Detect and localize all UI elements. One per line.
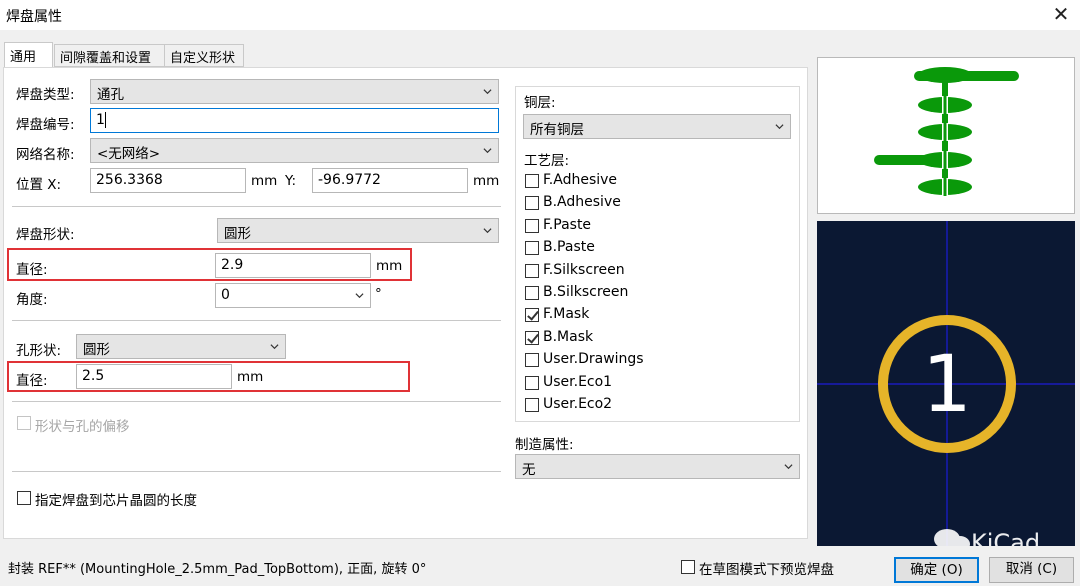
- position-y-unit: mm: [473, 173, 500, 189]
- fab-property-label: 制造属性:: [515, 437, 574, 453]
- pad-type-value: 通孔: [97, 87, 124, 103]
- layer-label: F.Paste: [543, 216, 592, 233]
- text-caret: [104, 112, 106, 128]
- copper-layers-select[interactable]: 所有铜层: [523, 114, 791, 139]
- hole-shape-select[interactable]: 圆形: [76, 334, 286, 359]
- layer-checkbox[interactable]: [525, 308, 539, 323]
- layer-label: User.Eco1: [543, 373, 613, 390]
- layer-checkbox[interactable]: [525, 286, 539, 300]
- pad-preview-svg: 1 KiCad: [817, 221, 1075, 557]
- chevron-down-icon: [270, 344, 279, 350]
- chevron-down-icon: [775, 124, 784, 130]
- fab-property-select[interactable]: 无: [515, 454, 800, 479]
- position-x-input[interactable]: 256.3368: [90, 168, 246, 193]
- pad-number-label: 焊盘编号:: [16, 117, 75, 133]
- copper-layers-value: 所有铜层: [530, 122, 584, 138]
- chevron-down-icon: [483, 228, 492, 234]
- tab-custom-shape[interactable]: 自定义形状: [164, 44, 244, 67]
- sketch-mode-label: 在草图模式下预览焊盘: [699, 562, 834, 578]
- pad-diameter-unit: mm: [376, 258, 403, 274]
- tab-clearance-settings[interactable]: 间隙覆盖和设置: [54, 44, 165, 67]
- pad-shape-label: 焊盘形状:: [16, 227, 75, 243]
- die-length-label: 指定焊盘到芯片晶圆的长度: [35, 493, 197, 509]
- layer-label: B.Mask: [543, 328, 594, 345]
- chevron-down-icon: [355, 293, 364, 299]
- copper-layers-label: 铜层:: [524, 95, 556, 111]
- layer-label: F.Adhesive: [543, 172, 618, 188]
- pad-number-input[interactable]: 1: [90, 108, 499, 133]
- title-bar: 焊盘属性 ✕: [0, 0, 1080, 30]
- net-name-label: 网络名称:: [16, 147, 75, 163]
- offset-checkbox[interactable]: [17, 416, 31, 430]
- window-title: 焊盘属性: [6, 9, 62, 25]
- position-y-label: Y:: [285, 173, 297, 189]
- pad-number-value: 1: [96, 112, 105, 128]
- chevron-down-icon: [483, 148, 492, 154]
- status-text: 封装 REF** (MountingHole_2.5mm_Pad_TopBott…: [8, 562, 427, 577]
- layer-label: F.Mask: [543, 306, 590, 323]
- pad-number-label: 1: [922, 340, 972, 430]
- pad-preview-canvas: 1 KiCad: [817, 221, 1075, 557]
- hole-diameter-unit: mm: [237, 369, 264, 385]
- layer-label: F.Silkscreen: [543, 261, 625, 278]
- wechat-icon: [934, 529, 970, 552]
- chevron-down-icon: [784, 464, 793, 470]
- sketch-mode-checkbox[interactable]: [681, 560, 695, 574]
- layer-label: B.Silkscreen: [543, 284, 629, 300]
- divider: [12, 471, 501, 472]
- layer-checkbox[interactable]: [525, 398, 539, 412]
- layer-checkbox[interactable]: [525, 196, 539, 211]
- layer-checkbox[interactable]: [525, 241, 539, 256]
- net-name-select[interactable]: <无网络>: [90, 138, 499, 163]
- divider: [12, 401, 501, 402]
- die-length-checkbox[interactable]: [17, 491, 31, 505]
- hole-diameter-input[interactable]: 2.5: [76, 364, 232, 389]
- layer-label: User.Drawings: [543, 351, 644, 368]
- position-y-input[interactable]: -96.9772: [312, 168, 468, 193]
- pad-shape-value: 圆形: [224, 226, 251, 242]
- tab-general[interactable]: 通用: [4, 42, 53, 68]
- layer-label: B.Adhesive: [543, 194, 621, 211]
- ok-button[interactable]: 确定 (O): [894, 557, 979, 583]
- layer-label: B.Paste: [543, 239, 595, 256]
- pad-stack-icon: [874, 67, 1019, 196]
- pad-stack-preview: [817, 57, 1075, 214]
- cancel-button[interactable]: 取消 (C): [989, 557, 1074, 583]
- position-x-label: 位置 X:: [16, 177, 62, 193]
- net-name-value: <无网络>: [97, 146, 161, 162]
- pad-properties-dialog: 焊盘属性 ✕ 通用 间隙覆盖和设置 自定义形状 焊盘类型: 通孔 焊盘编号: 1…: [0, 0, 1080, 586]
- layer-checkbox[interactable]: [525, 218, 539, 233]
- pad-diameter-label: 直径:: [16, 262, 48, 278]
- hole-diameter-label: 直径:: [16, 373, 48, 389]
- tech-layers-label: 工艺层:: [524, 153, 570, 169]
- layer-checkbox[interactable]: [525, 353, 539, 368]
- layer-checkbox[interactable]: [525, 263, 539, 278]
- layer-label: User.Eco2: [543, 396, 613, 412]
- layer-checkbox[interactable]: [525, 375, 539, 390]
- layer-checkbox[interactable]: [525, 330, 539, 345]
- pad-diameter-input[interactable]: 2.9: [215, 253, 371, 278]
- angle-unit: °: [375, 286, 382, 302]
- chevron-down-icon: [483, 89, 492, 95]
- hole-shape-label: 孔形状:: [16, 343, 62, 359]
- hole-shape-value: 圆形: [83, 342, 110, 358]
- offset-label: 形状与孔的偏移: [35, 419, 130, 435]
- pad-type-select[interactable]: 通孔: [90, 79, 499, 104]
- close-icon[interactable]: ✕: [1048, 2, 1074, 28]
- angle-value: 0: [221, 287, 230, 303]
- layer-checkbox[interactable]: [525, 174, 539, 188]
- divider: [12, 206, 501, 207]
- angle-select[interactable]: 0: [215, 283, 371, 308]
- pad-type-label: 焊盘类型:: [16, 87, 75, 103]
- fab-property-value: 无: [522, 462, 536, 478]
- divider: [12, 320, 501, 321]
- watermark-text: KiCad: [971, 529, 1040, 546]
- pad-shape-select[interactable]: 圆形: [217, 218, 499, 243]
- angle-label: 角度:: [16, 292, 48, 308]
- position-x-unit: mm: [251, 173, 278, 189]
